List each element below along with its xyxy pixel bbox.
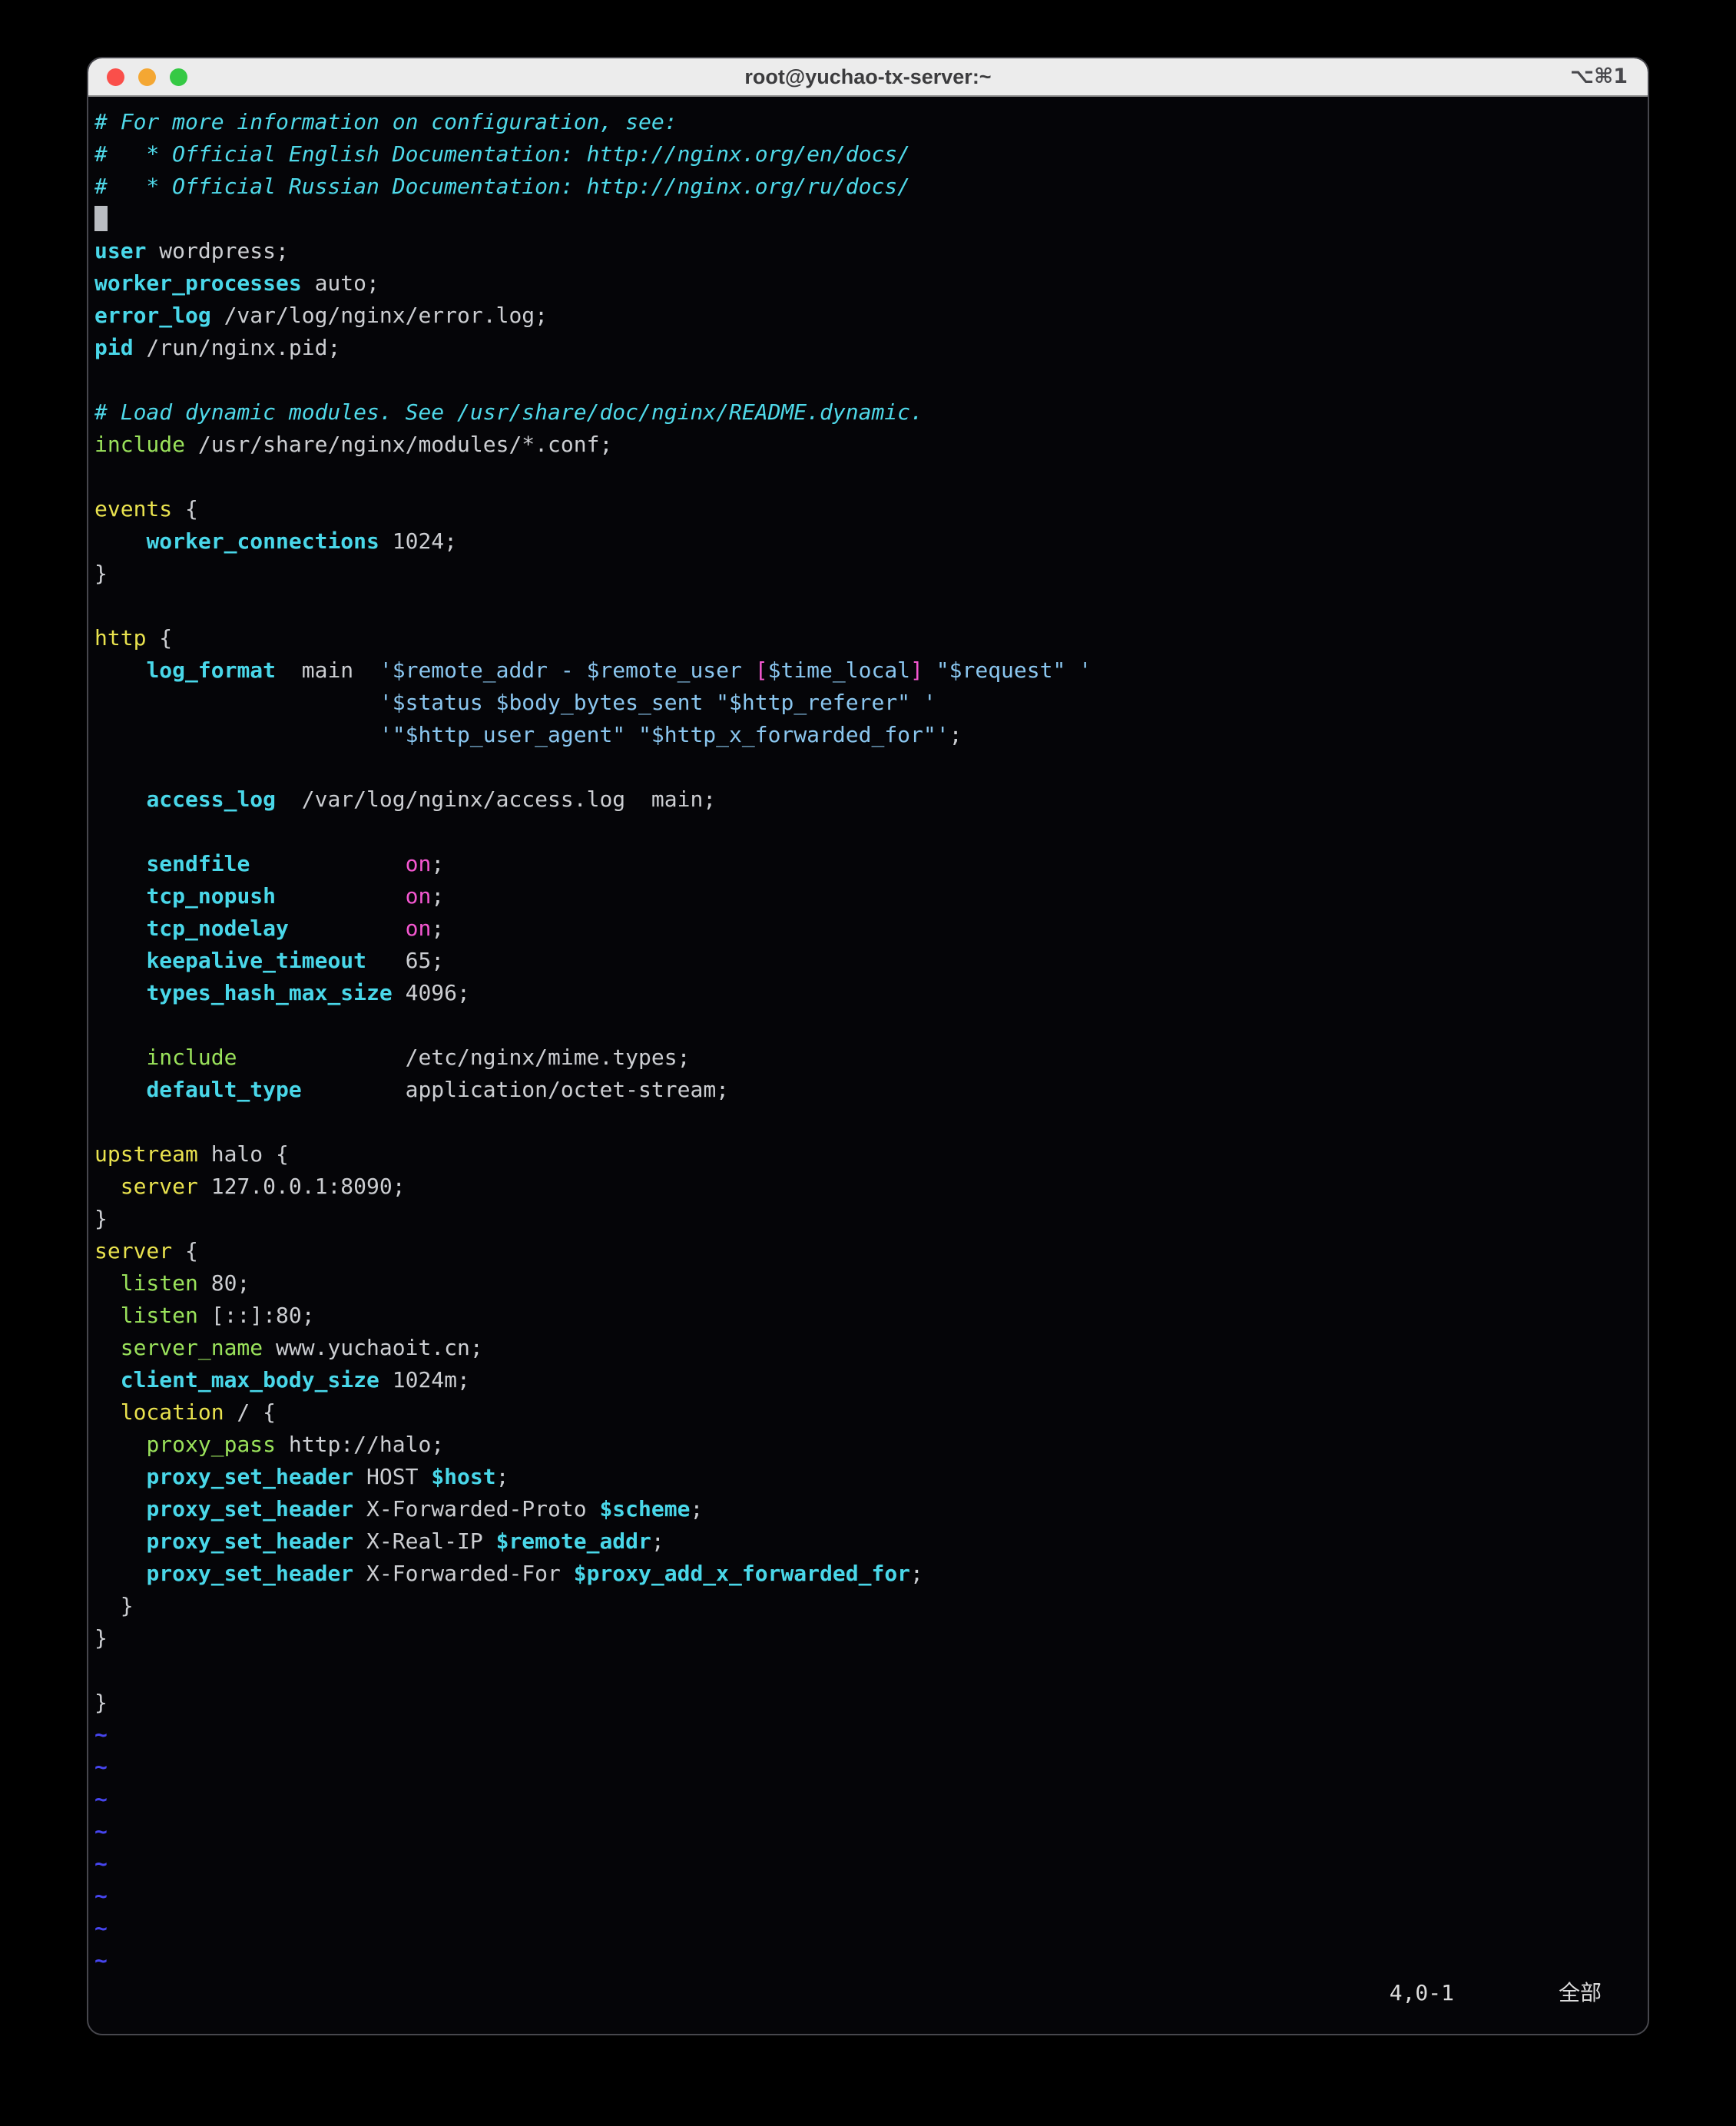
code-line: proxy_set_header X-Real-IP $remote_addr; [94,1525,1642,1558]
code-line: default_type application/octet-stream; [94,1074,1642,1106]
code-line: include /usr/share/nginx/modules/*.conf; [94,429,1642,461]
scroll-position: 全部 [1559,1977,1602,2009]
code-line: ~ [94,1945,1642,1977]
code-line: events { [94,493,1642,525]
code-line: # * Official Russian Documentation: http… [94,171,1642,203]
code-line: } [94,1590,1642,1622]
code-line: '$status $body_bytes_sent "$http_referer… [94,687,1642,719]
code-line: sendfile on; [94,848,1642,880]
code-line: } [94,1622,1642,1654]
code-line: } [94,1687,1642,1719]
block-cursor [94,206,108,231]
code-line: '"$http_user_agent" "$http_x_forwarded_f… [94,719,1642,751]
code-line: ~ [94,1783,1642,1816]
code-line [94,364,1642,396]
code-line: worker_connections 1024; [94,525,1642,558]
traffic-lights [107,68,187,86]
code-line: server_name www.yuchaoit.cn; [94,1332,1642,1364]
code-line: proxy_set_header X-Forwarded-For $proxy_… [94,1558,1642,1590]
code-line: keepalive_timeout 65; [94,945,1642,977]
zoom-button[interactable] [170,68,187,86]
code-line: location / { [94,1396,1642,1429]
code-line: user wordpress; [94,235,1642,267]
code-line: tcp_nodelay on; [94,912,1642,945]
code-line: listen 80; [94,1267,1642,1300]
code-line: ~ [94,1719,1642,1751]
code-line: error_log /var/log/nginx/error.log; [94,300,1642,332]
code-line: upstream halo { [94,1138,1642,1171]
code-line: server { [94,1235,1642,1267]
tab-shortcut-label: ⌥⌘1 [1570,65,1628,88]
code-line: proxy_set_header X-Forwarded-Proto $sche… [94,1493,1642,1525]
minimize-button[interactable] [138,68,156,86]
code-line: ~ [94,1912,1642,1945]
code-line: # For more information on configuration,… [94,106,1642,138]
code-line [94,590,1642,622]
terminal-window: root@yuchao-tx-server:~ ⌥⌘1 # For more i… [87,57,1649,2035]
close-button[interactable] [107,68,124,86]
code-line: # * Official English Documentation: http… [94,138,1642,171]
code-line: } [94,558,1642,590]
code-line: types_hash_max_size 4096; [94,977,1642,1009]
code-line: tcp_nopush on; [94,880,1642,912]
code-line [94,816,1642,848]
code-line: include /etc/nginx/mime.types; [94,1041,1642,1074]
code-line [94,1106,1642,1138]
code-line: client_max_body_size 1024m; [94,1364,1642,1396]
code-line [94,751,1642,783]
code-line: server 127.0.0.1:8090; [94,1171,1642,1203]
code-line: ~ [94,1848,1642,1880]
code-line: worker_processes auto; [94,267,1642,300]
code-line: proxy_pass http://halo; [94,1429,1642,1461]
vim-statusline: 4,0-1 全部 [94,1977,1642,2009]
code-line [94,461,1642,493]
vim-buffer: # For more information on configuration,… [94,106,1642,1977]
code-line [94,1009,1642,1041]
code-line: ~ [94,1816,1642,1848]
code-line: proxy_set_header HOST $host; [94,1461,1642,1493]
code-line: http { [94,622,1642,654]
code-line: access_log /var/log/nginx/access.log mai… [94,783,1642,816]
code-line: # Load dynamic modules. See /usr/share/d… [94,396,1642,429]
ruler-position: 4,0-1 [1390,1977,1454,2009]
code-line: pid /run/nginx.pid; [94,332,1642,364]
titlebar[interactable]: root@yuchao-tx-server:~ ⌥⌘1 [88,58,1648,97]
code-line: } [94,1203,1642,1235]
window-title: root@yuchao-tx-server:~ [88,65,1648,89]
code-line: ~ [94,1751,1642,1783]
terminal-screen[interactable]: # For more information on configuration,… [88,97,1648,2009]
code-line: ~ [94,1880,1642,1912]
code-line [94,1654,1642,1687]
code-line: log_format main '$remote_addr - $remote_… [94,654,1642,687]
code-line: listen [::]:80; [94,1300,1642,1332]
code-line [94,203,1642,235]
